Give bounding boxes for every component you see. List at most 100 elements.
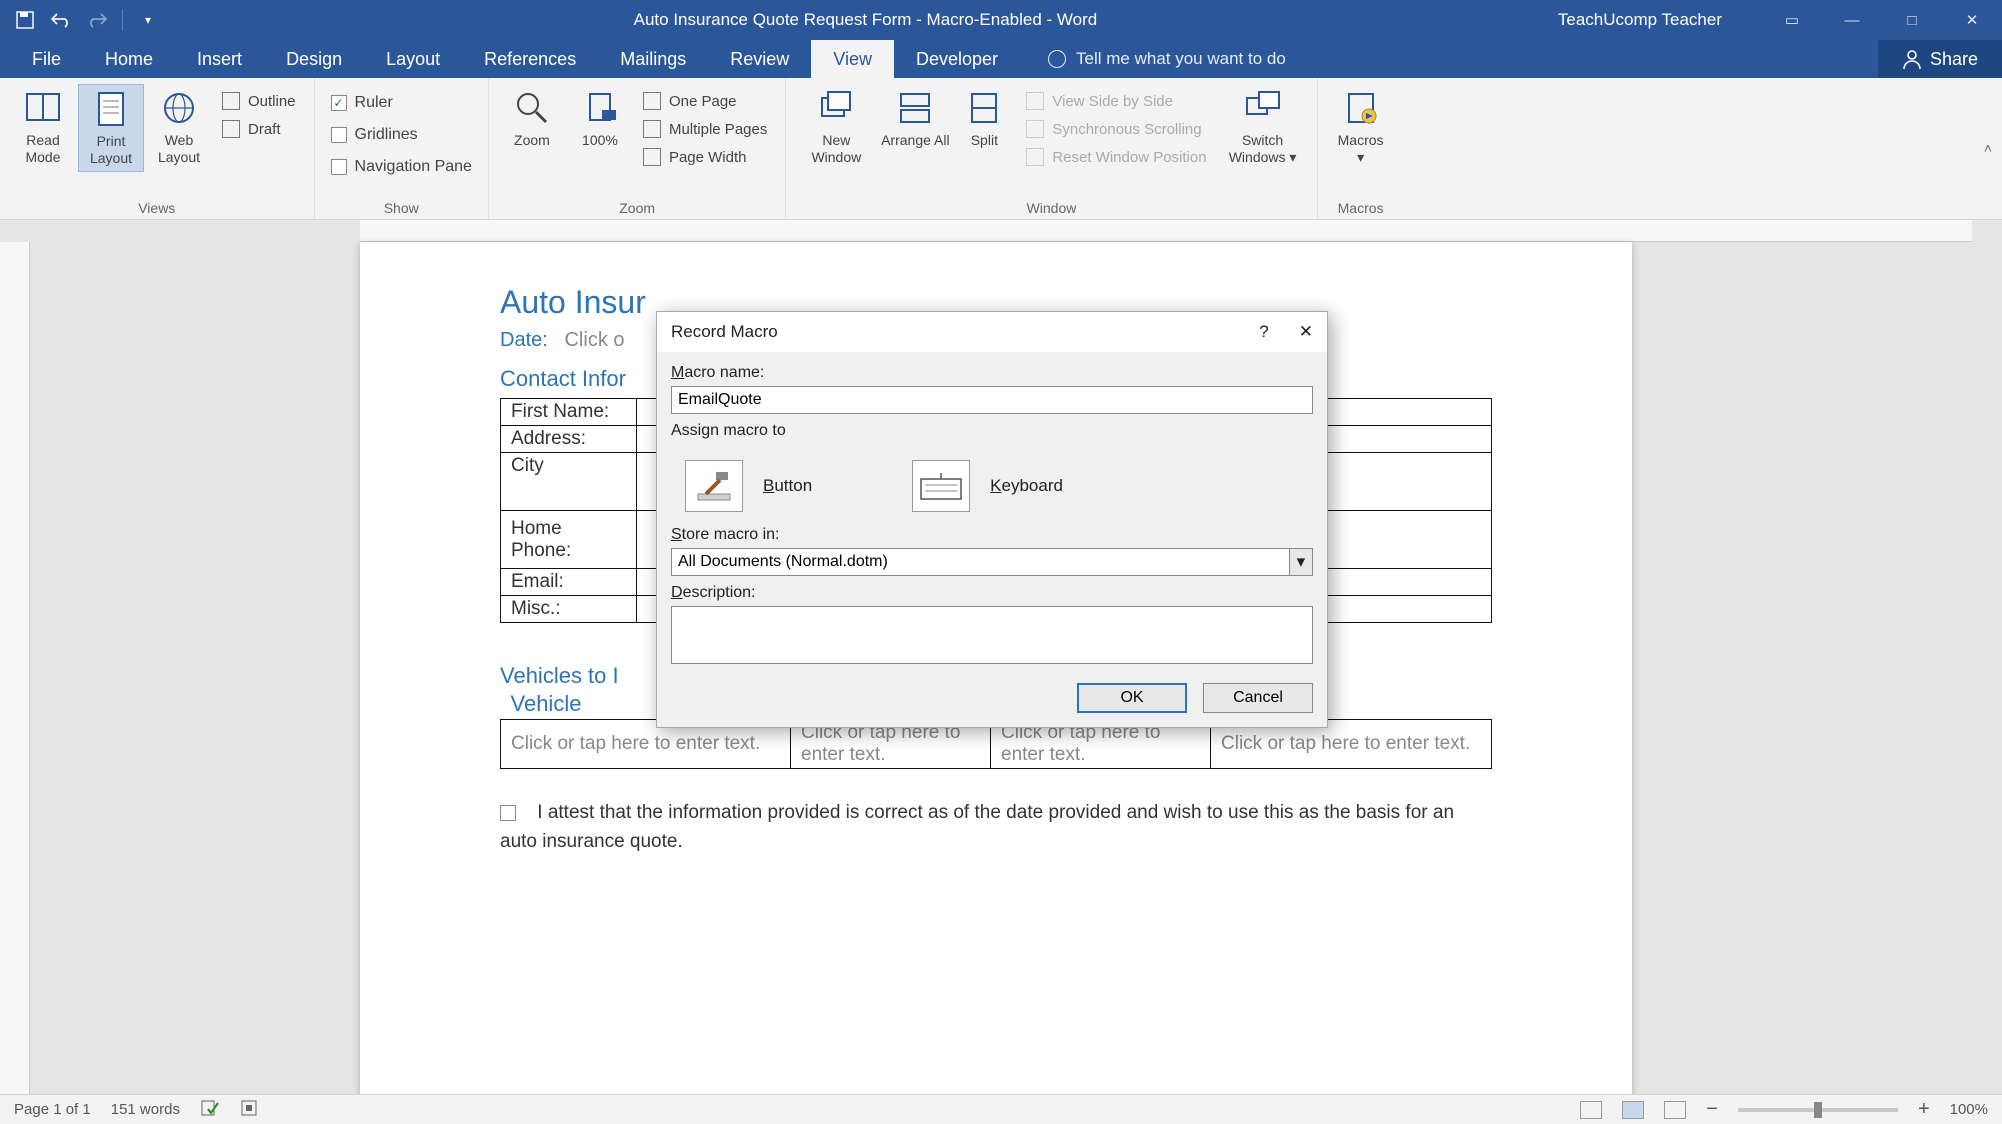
assign-button-option[interactable]: Button bbox=[685, 460, 812, 512]
record-macro-dialog: Record Macro ? ✕ Macro name: Assign macr… bbox=[656, 311, 1328, 728]
horizontal-ruler[interactable] bbox=[360, 220, 1972, 242]
read-mode-view-icon[interactable] bbox=[1580, 1101, 1602, 1119]
macro-name-label: Macro name: bbox=[671, 364, 1313, 382]
multi-page-button[interactable]: Multiple Pages bbox=[639, 118, 771, 140]
multi-page-label: Multiple Pages bbox=[669, 121, 767, 138]
home-phone-label: Home Phone: bbox=[501, 511, 637, 569]
print-layout-button[interactable]: Print Layout bbox=[78, 84, 144, 172]
zoom-thumb[interactable] bbox=[1814, 1102, 1822, 1118]
new-window-label: New Window bbox=[798, 132, 874, 166]
zoom-out-icon[interactable]: − bbox=[1706, 1098, 1718, 1121]
window-controls: ▭ — □ ✕ bbox=[1762, 0, 2002, 40]
zoom-100-label: 100% bbox=[582, 132, 618, 149]
side-by-side-button[interactable]: View Side by Side bbox=[1022, 90, 1210, 112]
person-icon bbox=[1902, 49, 1922, 69]
multi-page-icon bbox=[643, 120, 661, 138]
tab-layout[interactable]: Layout bbox=[364, 40, 462, 78]
switch-windows-button[interactable]: Switch Windows ▾ bbox=[1219, 84, 1307, 170]
status-bar: Page 1 of 1 151 words − + 100% bbox=[0, 1094, 2002, 1124]
tab-home[interactable]: Home bbox=[83, 40, 175, 78]
dropdown-icon[interactable]: ▾ bbox=[1290, 548, 1313, 576]
share-label: Share bbox=[1930, 49, 1978, 70]
zoom-button[interactable]: Zoom bbox=[499, 84, 565, 153]
minimize-icon[interactable]: — bbox=[1822, 0, 1882, 40]
reset-position-label: Reset Window Position bbox=[1052, 149, 1206, 166]
tab-developer[interactable]: Developer bbox=[894, 40, 1020, 78]
group-window: New Window Arrange All Split View Side b… bbox=[786, 78, 1317, 219]
spellcheck-icon[interactable] bbox=[200, 1099, 220, 1121]
side-by-side-label: View Side by Side bbox=[1052, 93, 1173, 110]
store-macro-select[interactable] bbox=[671, 548, 1290, 576]
macros-button[interactable]: Macros▾ bbox=[1328, 84, 1394, 170]
nav-pane-label: Navigation Pane bbox=[355, 158, 472, 176]
tab-insert[interactable]: Insert bbox=[175, 40, 264, 78]
collapse-ribbon-icon[interactable]: ˄ bbox=[1984, 140, 1992, 156]
ribbon-display-icon[interactable]: ▭ bbox=[1762, 0, 1822, 40]
assign-keyboard-option[interactable]: Keyboard bbox=[912, 460, 1063, 512]
reset-position-button[interactable]: Reset Window Position bbox=[1022, 146, 1210, 168]
date-placeholder[interactable]: Click o bbox=[564, 329, 624, 351]
one-page-icon bbox=[643, 92, 661, 110]
cancel-button[interactable]: Cancel bbox=[1203, 683, 1313, 713]
outline-button[interactable]: Outline bbox=[218, 90, 300, 112]
tab-design[interactable]: Design bbox=[264, 40, 364, 78]
undo-icon[interactable] bbox=[50, 9, 72, 31]
customize-qat-icon[interactable]: ▾ bbox=[137, 9, 159, 31]
zoom-100-button[interactable]: 100% bbox=[567, 84, 633, 153]
redo-icon[interactable] bbox=[86, 9, 108, 31]
macro-name-input[interactable] bbox=[671, 386, 1313, 414]
draft-label: Draft bbox=[248, 121, 281, 138]
print-layout-view-icon[interactable] bbox=[1622, 1101, 1644, 1119]
user-name: TeachUcomp Teacher bbox=[1558, 10, 1762, 30]
one-page-button[interactable]: One Page bbox=[639, 90, 771, 112]
help-icon[interactable]: ? bbox=[1259, 322, 1268, 342]
draft-button[interactable]: Draft bbox=[218, 118, 300, 140]
tab-mailings[interactable]: Mailings bbox=[598, 40, 708, 78]
tell-me-search[interactable]: Tell me what you want to do bbox=[1020, 40, 1286, 78]
tell-me-label: Tell me what you want to do bbox=[1076, 49, 1286, 69]
nav-pane-checkbox[interactable]: Navigation Pane bbox=[325, 154, 478, 180]
page-width-button[interactable]: Page Width bbox=[639, 146, 771, 168]
tab-file[interactable]: File bbox=[10, 40, 83, 78]
one-page-label: One Page bbox=[669, 93, 737, 110]
word-count[interactable]: 151 words bbox=[111, 1101, 180, 1118]
tab-review[interactable]: Review bbox=[708, 40, 811, 78]
page-count[interactable]: Page 1 of 1 bbox=[14, 1101, 91, 1118]
misc-label: Misc.: bbox=[501, 596, 637, 623]
ruler-checkbox[interactable]: ✓Ruler bbox=[325, 90, 399, 116]
close-icon[interactable]: ✕ bbox=[1942, 0, 2002, 40]
zoom-in-icon[interactable]: + bbox=[1918, 1098, 1930, 1121]
sync-scroll-button[interactable]: Synchronous Scrolling bbox=[1022, 118, 1210, 140]
store-macro-label: Store macro in: bbox=[671, 526, 1313, 544]
new-window-button[interactable]: New Window bbox=[796, 84, 876, 170]
read-mode-label: Read Mode bbox=[12, 132, 74, 166]
save-icon[interactable] bbox=[14, 9, 36, 31]
window-title: Auto Insurance Quote Request Form - Macr… bbox=[173, 10, 1558, 30]
group-views-label: Views bbox=[138, 198, 175, 217]
description-textarea[interactable] bbox=[671, 606, 1313, 664]
group-views: Read Mode Print Layout Web Layout Outlin… bbox=[0, 78, 315, 219]
vertical-ruler[interactable] bbox=[0, 242, 30, 1094]
read-mode-button[interactable]: Read Mode bbox=[10, 84, 76, 170]
web-layout-view-icon[interactable] bbox=[1664, 1101, 1686, 1119]
ok-button[interactable]: OK bbox=[1077, 683, 1187, 713]
tab-references[interactable]: References bbox=[462, 40, 598, 78]
macro-recording-icon[interactable] bbox=[240, 1099, 258, 1121]
attest-checkbox[interactable] bbox=[500, 805, 516, 821]
zoom-slider[interactable] bbox=[1738, 1108, 1898, 1112]
email-label: Email: bbox=[501, 569, 637, 596]
arrange-all-button[interactable]: Arrange All bbox=[878, 84, 952, 153]
gridlines-checkbox[interactable]: Gridlines bbox=[325, 122, 424, 148]
maximize-icon[interactable]: □ bbox=[1882, 0, 1942, 40]
tab-view[interactable]: View bbox=[811, 40, 894, 78]
web-layout-button[interactable]: Web Layout bbox=[146, 84, 212, 170]
zoom-level[interactable]: 100% bbox=[1950, 1101, 1988, 1118]
arrange-all-label: Arrange All bbox=[881, 132, 949, 149]
split-button[interactable]: Split bbox=[954, 84, 1014, 153]
close-dialog-icon[interactable]: ✕ bbox=[1299, 322, 1313, 342]
quick-access-toolbar: ▾ bbox=[0, 9, 173, 31]
macros-label: Macros▾ bbox=[1338, 132, 1384, 166]
assign-button-label: Button bbox=[763, 476, 812, 496]
share-button[interactable]: Share bbox=[1878, 40, 2002, 78]
dialog-titlebar[interactable]: Record Macro ? ✕ bbox=[657, 312, 1327, 352]
